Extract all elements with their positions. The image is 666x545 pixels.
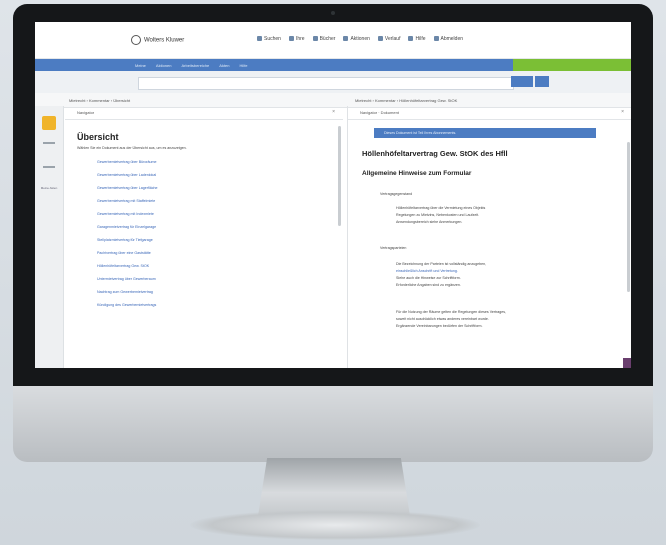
list-item[interactable]: Pachtvertrag über eine Gaststätte: [97, 251, 158, 264]
breadcrumb-left[interactable]: Mietrecht › Kommentar › Übersicht: [69, 98, 130, 103]
scrollbar[interactable]: [338, 126, 341, 226]
menu-item[interactable]: Arbeitsbereiche: [181, 63, 209, 68]
paragraph-text: Höllenhöfeltarvertrag über die Vermietun…: [396, 206, 486, 210]
logo-icon: [131, 35, 141, 45]
list-item[interactable]: Gewerbemietvertrag über Büroräume: [97, 160, 158, 173]
paragraph-text: soweit nicht ausdrücklich etwas anderes …: [396, 317, 489, 321]
left-panel-tab: Navigator ×: [65, 106, 343, 120]
tab-navigator[interactable]: Navigator: [77, 110, 94, 115]
paragraph-text: Regelungen zu Mietzins, Nebenkosten und …: [396, 213, 480, 217]
scrollbar[interactable]: [627, 142, 630, 292]
search-options-button[interactable]: [535, 76, 549, 87]
list-item[interactable]: Gewerbemietvertrag mit Staffelmiete: [97, 199, 158, 212]
folder-icon[interactable]: [42, 116, 56, 130]
list-item[interactable]: Gewerbemietvertrag mit Indexmiete: [97, 212, 158, 225]
imac-monitor: Wolters Kluwer Suchen Ihre Bücher Aktion…: [13, 4, 653, 462]
list-item[interactable]: Stellplatzmietvertrag für Tiefgarage: [97, 238, 158, 251]
top-navigation: Suchen Ihre Bücher Aktionen Verlauf Hilf…: [257, 36, 463, 42]
sidebar: Meine Akten: [35, 106, 64, 368]
menu-item[interactable]: Aktionen: [156, 63, 172, 68]
section-label: Vertragsgegenstand: [380, 192, 413, 196]
topnav-item[interactable]: Bücher: [312, 36, 335, 42]
corner-badge: [623, 358, 631, 368]
right-panel-tab: Navigator · Dokument ×: [348, 106, 631, 120]
search-button[interactable]: [511, 76, 533, 87]
right-panel: Navigator · Dokument × Dieses Dokument i…: [347, 106, 631, 368]
monitor-bezel: Wolters Kluwer Suchen Ihre Bücher Aktion…: [13, 4, 653, 386]
list-item[interactable]: Garagenmietvertrag für Einzelgarage: [97, 225, 158, 238]
list-item[interactable]: Gewerbemietvertrag über Lagerfläche: [97, 186, 158, 199]
tab-document[interactable]: Navigator · Dokument: [360, 110, 399, 115]
section-label: Vertragsparteien: [380, 246, 407, 250]
list-item[interactable]: Gewerbemietvertrag über Ladenlokal: [97, 173, 158, 186]
paragraph-text: Ergänzende Vereinbarungen bedürfen der S…: [396, 324, 483, 328]
paragraph-link[interactable]: einschließlich Anschrift und Vertretung.: [396, 269, 458, 273]
search-input[interactable]: [138, 77, 514, 90]
camera-icon: [331, 11, 335, 15]
list-item[interactable]: Kündigung des Gewerbemietvertrags: [97, 303, 158, 316]
menu-item[interactable]: Akten: [219, 63, 229, 68]
left-panel: Navigator × Übersicht Wählen Sie ein Dok…: [65, 106, 343, 368]
paragraph-text: Anwendungsbereich siehe Anmerkungen.: [396, 220, 463, 224]
subscription-notice: Dieses Dokument ist Teil Ihres Abonnemen…: [374, 128, 596, 138]
topnav-item[interactable]: Hilfe: [408, 36, 426, 42]
green-accent-bar: [513, 59, 631, 71]
app-logo[interactable]: Wolters Kluwer: [131, 35, 184, 45]
screen: Wolters Kluwer Suchen Ihre Bücher Aktion…: [35, 22, 631, 368]
sidebar-divider: [43, 142, 55, 144]
document-link-list: Gewerbemietvertrag über Büroräume Gewerb…: [97, 160, 158, 316]
search-bar: [35, 71, 631, 93]
monitor-chin: [13, 386, 653, 462]
main-menu-bar: Meine Aktionen Arbeitsbereiche Akten Hil…: [35, 59, 631, 71]
list-item[interactable]: Nachtrag zum Gewerbemietvertrag: [97, 290, 158, 303]
page-title: Übersicht: [77, 132, 119, 142]
close-icon[interactable]: ×: [332, 109, 335, 115]
paragraph-text: Für die Nutzung der Räume gelten die Reg…: [396, 310, 507, 314]
monitor-stand: [258, 458, 410, 516]
breadcrumb-right[interactable]: Mietrecht › Kommentar › Höllenhöfeltarve…: [355, 98, 457, 103]
paragraph-text: Die Bezeichnung der Parteien ist vollstä…: [396, 262, 487, 266]
paragraph-text: Erforderliche Angaben sind zu ergänzen.: [396, 283, 461, 287]
topnav-item[interactable]: Ihre: [288, 36, 305, 42]
topnav-item[interactable]: Suchen: [257, 36, 281, 42]
sidebar-label[interactable]: Meine Akten: [38, 186, 60, 190]
section-heading: Allgemeine Hinweise zum Formular: [362, 170, 472, 177]
top-header: Wolters Kluwer Suchen Ihre Bücher Aktion…: [35, 22, 631, 59]
topnav-item[interactable]: Verlauf: [377, 36, 400, 42]
close-icon[interactable]: ×: [621, 109, 624, 115]
monitor-base: [190, 510, 480, 540]
topnav-item[interactable]: Abmelden: [433, 36, 463, 42]
document-title: Höllenhöfeltarvertrag Gew. StOK des Hfll: [362, 149, 508, 158]
menu-item[interactable]: Meine: [135, 63, 146, 68]
list-item[interactable]: Höllenhöfeltarvertrag Gew. StOK: [97, 264, 158, 277]
paragraph-text: Siehe auch die Hinweise zur Schriftform.: [396, 276, 461, 280]
intro-text: Wählen Sie ein Dokument aus der Übersich…: [77, 146, 187, 150]
topnav-item[interactable]: Aktionen: [343, 36, 370, 42]
list-item[interactable]: Untermietvertrag über Gewerberaum: [97, 277, 158, 290]
sidebar-divider: [43, 166, 55, 168]
menu-item[interactable]: Hilfe: [240, 63, 248, 68]
